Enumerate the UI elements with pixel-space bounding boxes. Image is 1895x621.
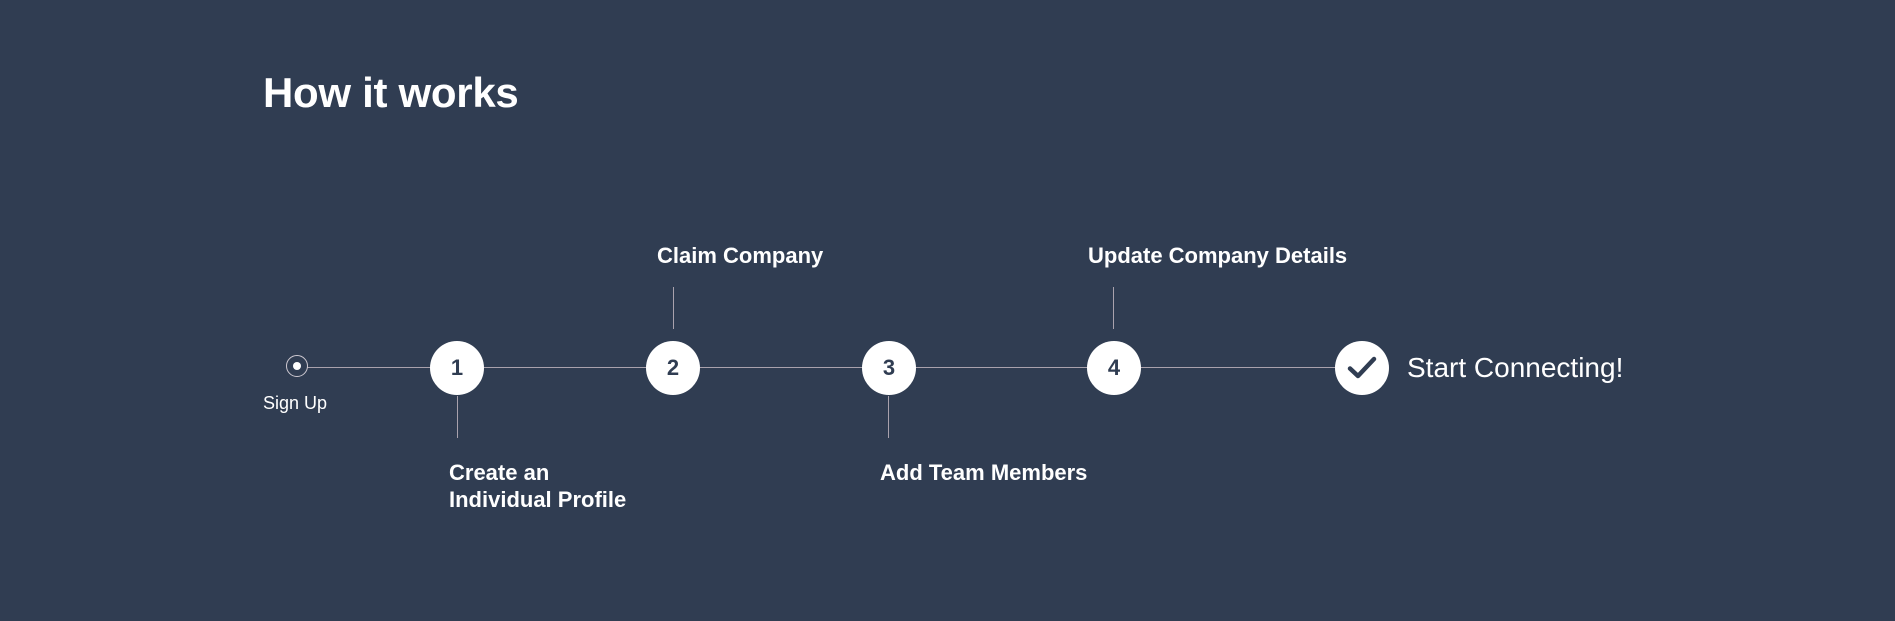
step-1-circle: 1 xyxy=(430,341,484,395)
step-4-connector xyxy=(1113,287,1114,329)
page-title: How it works xyxy=(263,69,519,116)
step-2-number: 2 xyxy=(666,355,680,380)
finish-circle xyxy=(1335,341,1389,395)
step-2-label: Claim Company xyxy=(657,243,824,268)
step-1-label-line1: Create an xyxy=(449,460,550,485)
checkmark-icon xyxy=(1347,356,1377,379)
start-point-marker xyxy=(286,355,308,377)
step-1-connector xyxy=(457,396,458,438)
step-3-number: 3 xyxy=(882,355,896,380)
step-3-connector xyxy=(888,396,889,438)
finish-label: Start Connecting! xyxy=(1407,352,1624,383)
sign-up-label: Sign Up xyxy=(263,393,328,413)
step-1-label: Create an Individual Profile xyxy=(449,459,626,513)
step-2-circle: 2 xyxy=(646,341,700,395)
step-4-circle: 4 xyxy=(1087,341,1141,395)
step-1-number: 1 xyxy=(450,355,464,380)
step-3-label: Add Team Members xyxy=(880,460,1088,485)
step-1-label-line2: Individual Profile xyxy=(449,487,627,512)
step-4-label: Update Company Details xyxy=(1088,243,1348,268)
step-2-connector xyxy=(673,287,674,329)
step-4-number: 4 xyxy=(1107,355,1121,380)
step-3-circle: 3 xyxy=(862,341,916,395)
